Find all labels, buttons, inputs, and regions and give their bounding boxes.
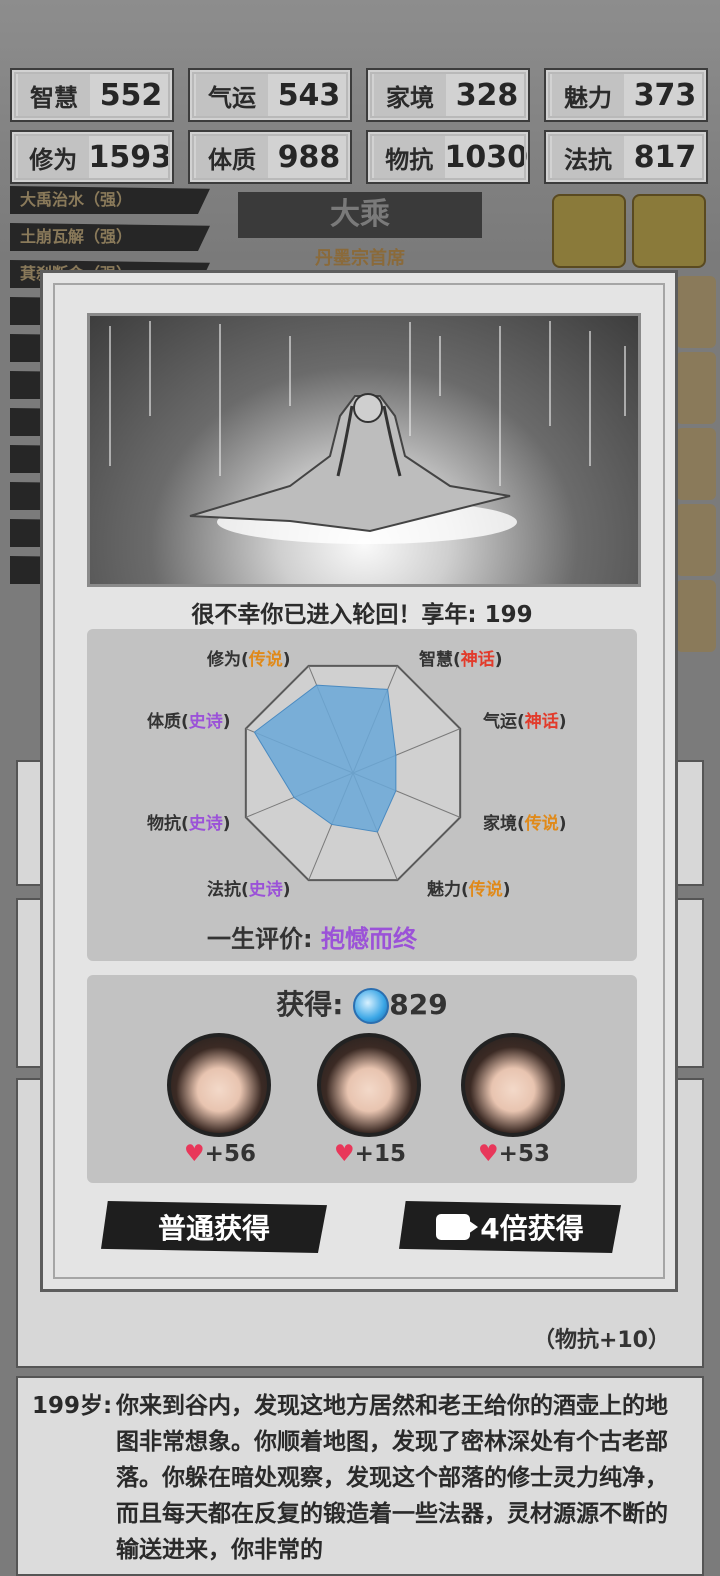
- stat-charm: 魅力 373: [544, 68, 708, 122]
- story-text: 你来到谷内，发现这地方居然和老王给你的酒壶上的地图非常想象。你顺着地图，发现了密…: [116, 1393, 668, 1563]
- affection-gain: ♥+53: [459, 1141, 569, 1167]
- radar-grade: 神话: [460, 650, 495, 670]
- affection-value: +15: [354, 1141, 406, 1167]
- equipment-slot[interactable]: [632, 194, 706, 268]
- companion-avatar[interactable]: [461, 1033, 565, 1137]
- companion-avatar[interactable]: [317, 1033, 421, 1137]
- stat-value: 817: [633, 139, 697, 175]
- stat-value: 552: [99, 77, 163, 113]
- radar-attr: 魅力: [427, 880, 461, 900]
- stat-constitution: 体质 988: [188, 130, 352, 184]
- heart-icon: ♥: [334, 1141, 355, 1167]
- equipment-slot[interactable]: [676, 352, 716, 424]
- heart-icon: ♥: [478, 1141, 499, 1167]
- story-panel: 199岁: 你来到谷内，发现这地方居然和老王给你的酒壶上的地图非常想象。你顺着地…: [16, 1376, 704, 1576]
- reward-title: 获得: 829: [87, 983, 637, 1024]
- skill-item[interactable]: 大禹治水（强）: [10, 186, 210, 214]
- radar-grade: 史诗: [188, 814, 223, 834]
- equipment-slot[interactable]: [676, 580, 716, 652]
- stat-family: 家境 328: [366, 68, 530, 122]
- radar-label-charm: 魅力(传说): [427, 880, 511, 900]
- radar-label-constitution: 体质(史诗): [147, 712, 231, 732]
- radar-label-magic-resist: 法抗(史诗): [207, 880, 291, 900]
- stat-label: 魅力: [552, 74, 624, 116]
- affection-gain: ♥+15: [315, 1141, 425, 1167]
- ad-claim-label: 4倍获得: [480, 1212, 584, 1245]
- stat-physical-resist: 物抗 1030: [366, 130, 530, 184]
- radar-grade: 传说: [468, 880, 503, 900]
- radar-attr: 家境: [483, 814, 517, 834]
- radar-grade: 神话: [524, 712, 559, 732]
- meditating-figure-icon: [109, 321, 626, 544]
- radar-label-wisdom: 智慧(神话): [419, 650, 503, 670]
- stat-wisdom: 智慧 552: [10, 68, 174, 122]
- stat-label: 体质: [196, 136, 268, 178]
- stat-cultivation: 修为 1593: [10, 130, 174, 184]
- radar-grade: 传说: [248, 650, 283, 670]
- stat-label: 智慧: [18, 74, 90, 116]
- reward-amount: 829: [389, 988, 448, 1021]
- stat-label: 气运: [196, 74, 268, 116]
- affection-value: +56: [204, 1141, 256, 1167]
- radar-attr: 体质: [147, 712, 181, 732]
- spirit-gem-icon: [353, 988, 390, 1024]
- death-message: 很不幸你已进入轮回！享年: 199: [191, 602, 533, 628]
- radar-label-family: 家境(传说): [483, 814, 567, 834]
- reincarnation-modal: 很不幸你已进入轮回！享年: 199 修为(传说) 智慧(神话) 体质(史诗) 气…: [40, 270, 678, 1292]
- attribute-radar: 修为(传说) 智慧(神话) 体质(史诗) 气运(神话) 物抗(史诗) 家境(传说…: [87, 629, 637, 961]
- life-evaluation: 一生评价: 抱憾而终: [207, 919, 417, 954]
- radar-attr: 气运: [483, 712, 517, 732]
- skill-item[interactable]: 土崩瓦解（强）: [10, 223, 210, 251]
- stat-value: 373: [633, 77, 697, 113]
- equipment-slot[interactable]: [676, 276, 716, 348]
- stat-value: 988: [277, 139, 341, 175]
- stat-luck: 气运 543: [188, 68, 352, 122]
- reward-label: 获得:: [276, 988, 344, 1021]
- radar-attr: 智慧: [419, 650, 453, 670]
- stat-label: 物抗: [374, 136, 445, 178]
- affection-gain: ♥+56: [165, 1141, 275, 1167]
- evaluation-value: 抱憾而终: [320, 925, 417, 953]
- story-age: 199岁:: [32, 1393, 113, 1419]
- equipment-slot[interactable]: [676, 504, 716, 576]
- radar-grade: 史诗: [248, 880, 283, 900]
- stat-value: 1030: [444, 139, 529, 175]
- log-note: （物抗+10）: [532, 1328, 670, 1353]
- realm-banner: 大乘: [238, 192, 482, 238]
- evaluation-label: 一生评价:: [207, 925, 313, 953]
- affection-value: +53: [498, 1141, 550, 1167]
- radar-attr: 物抗: [147, 814, 181, 834]
- radar-chart: [244, 664, 462, 882]
- radar-grade: 史诗: [188, 712, 223, 732]
- equipment-slot[interactable]: [676, 428, 716, 500]
- ad-claim-button[interactable]: 4倍获得: [399, 1201, 621, 1253]
- radar-attr: 法抗: [207, 880, 241, 900]
- stat-value: 543: [277, 77, 341, 113]
- sect-title: 丹墨宗首席: [315, 248, 405, 269]
- radar-label-luck: 气运(神话): [483, 712, 567, 732]
- stat-label: 修为: [18, 136, 89, 178]
- normal-claim-label: 普通获得: [157, 1212, 270, 1245]
- stat-magic-resist: 法抗 817: [544, 130, 708, 184]
- meditation-illustration: [87, 313, 641, 587]
- stat-value: 328: [455, 77, 519, 113]
- reward-panel: 获得: 829 ♥+56 ♥+15 ♥+53: [87, 975, 637, 1183]
- companion-avatar[interactable]: [167, 1033, 271, 1137]
- radar-label-cultivation: 修为(传说): [207, 650, 291, 670]
- video-icon: [436, 1214, 479, 1240]
- stat-label: 家境: [374, 74, 446, 116]
- radar-grade: 传说: [524, 814, 559, 834]
- stat-label: 法抗: [552, 136, 624, 178]
- normal-claim-button[interactable]: 普通获得: [101, 1201, 327, 1253]
- equipment-slot[interactable]: [552, 194, 626, 268]
- heart-icon: ♥: [184, 1141, 205, 1167]
- radar-attr: 修为: [207, 650, 241, 670]
- stat-value: 1593: [88, 139, 173, 175]
- radar-label-physical-resist: 物抗(史诗): [147, 814, 231, 834]
